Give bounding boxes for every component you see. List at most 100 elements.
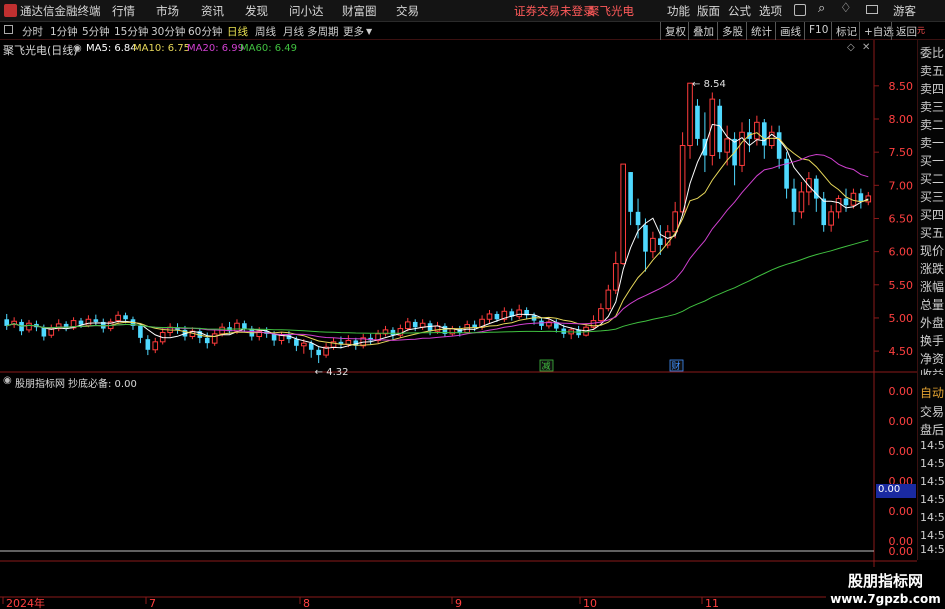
candle — [858, 193, 864, 202]
candle — [762, 122, 767, 146]
watermark-title: 股朋指标网 — [847, 572, 923, 590]
ma20-legend: MA20: 6.99 — [187, 43, 245, 54]
candle — [472, 324, 477, 328]
price-tick-label: 6.50 — [889, 212, 914, 225]
quote-label-sell3: 卖三 — [920, 100, 945, 114]
time-axis-label: 7 — [149, 597, 156, 609]
ma-line-ma10 — [6, 132, 869, 346]
tick-time: 14:56 — [920, 529, 945, 542]
price-tick-label: 4.50 — [889, 345, 914, 358]
candle — [865, 195, 872, 203]
candle — [843, 198, 849, 206]
low-price-annotation: ← 4.32 — [315, 367, 349, 378]
quote-label-volume: 总量 — [920, 298, 945, 312]
candle — [308, 343, 314, 350]
candle — [776, 132, 782, 159]
candle — [724, 138, 730, 153]
candle — [78, 320, 84, 325]
quote-label-buy2: 买二 — [920, 172, 945, 186]
quote-panel: 委比 卖五 卖四 卖三 卖二 卖一 买一 买二 买三 买四 买五 现价 涨跌 涨… — [917, 40, 945, 382]
candle — [427, 323, 433, 332]
time-axis-label: 10 — [583, 597, 597, 609]
quote-label-buy3: 买三 — [920, 190, 945, 204]
time-axis-label: 2024年 — [6, 596, 45, 609]
sub-tick-label: 0.00 — [889, 385, 914, 398]
candle — [709, 98, 716, 156]
panel-auto[interactable]: 自动 — [920, 384, 944, 401]
candle — [486, 313, 493, 320]
panel-jiaoyi[interactable]: 交易 — [920, 403, 944, 420]
current-value-box: 0.00 — [876, 484, 916, 498]
ma5-legend: MA5: 6.84 — [86, 43, 137, 54]
ma10-legend: MA10: 6.75 — [133, 43, 191, 54]
candle — [204, 337, 210, 344]
candle — [828, 211, 834, 226]
event-marker-label: 财 — [671, 360, 680, 372]
candle — [791, 188, 797, 212]
candle — [494, 313, 500, 320]
quote-label-sell4: 卖四 — [920, 82, 945, 96]
price-tick-label: 7.00 — [889, 179, 914, 192]
quote-label-buy5: 买五 — [920, 226, 945, 240]
candle — [561, 328, 567, 334]
price-tick-label: 6.00 — [889, 246, 914, 259]
tick-time: 14:56 — [920, 439, 945, 452]
candle — [605, 289, 612, 310]
candle — [635, 211, 641, 226]
diamond-icon[interactable]: ◇ — [847, 42, 855, 53]
sub-indicator-value: 抄底必备: 0.00 — [68, 379, 137, 390]
candle — [754, 121, 760, 140]
candle — [138, 325, 143, 338]
time-axis-label: 8 — [303, 597, 310, 609]
ma-line-ma60 — [6, 239, 869, 334]
candle — [821, 198, 827, 226]
sub-tick-label: 0.00 — [889, 545, 914, 558]
candle — [26, 322, 32, 331]
candle — [798, 191, 805, 213]
candle — [695, 105, 700, 139]
quote-label-price: 现价 — [920, 244, 945, 258]
time-axis-label: 9 — [455, 597, 462, 609]
candle — [620, 163, 626, 265]
candle — [294, 339, 299, 346]
close-icon[interactable]: ✕ — [862, 42, 870, 53]
candle — [658, 238, 663, 245]
candle — [316, 349, 321, 356]
legend-toggle-icon[interactable]: ◉ — [73, 43, 82, 54]
candle — [643, 225, 648, 252]
tick-time: 14:56 — [920, 475, 945, 488]
candle — [612, 263, 619, 291]
candle — [672, 211, 678, 233]
axis-unit-label: 元 — [917, 26, 925, 35]
candle — [211, 333, 218, 344]
candle — [152, 341, 159, 351]
candle — [93, 319, 99, 322]
tick-time: 14:56 — [920, 457, 945, 470]
panel-panhou[interactable]: 盘后 — [920, 421, 944, 438]
quote-label-turnover: 换手 — [920, 334, 945, 348]
price-tick-label: 5.50 — [889, 279, 914, 292]
sub-legend-icon[interactable]: ◉ — [3, 375, 12, 386]
quote-label-sell5: 卖五 — [920, 64, 945, 78]
quote-label-change-pct: 涨幅 — [920, 280, 945, 294]
quote-label-change: 涨跌 — [920, 262, 945, 276]
candle — [123, 315, 128, 320]
tick-time: 14:56 — [920, 493, 945, 506]
candle — [516, 309, 523, 318]
candle — [687, 82, 693, 147]
quote-label-sell1: 卖一 — [920, 136, 945, 150]
price-tick-label: 8.50 — [889, 80, 914, 93]
event-marker-label: 减 — [541, 360, 550, 372]
quote-label-weibi: 委比 — [920, 46, 945, 60]
sub-chart-title: 股朋指标网 — [15, 379, 65, 390]
candle — [412, 321, 418, 328]
candle — [650, 237, 656, 253]
watermark-url: www.7gpzb.com — [830, 592, 941, 606]
quote-label-sell2: 卖二 — [920, 118, 945, 132]
chart-title: 聚飞光电(日线) — [3, 44, 78, 57]
quote-label-outer: 外盘 — [920, 316, 945, 330]
trade-panel: 自动 交易 盘后 14:56 14:56 14:56 14:56 14:56 1… — [917, 375, 945, 560]
candle — [598, 308, 604, 322]
kline-chart[interactable]: 8.50 8.00 7.50 7.00 6.50 6.00 5.50 5.00 4.50 0.00… — [0, 0, 945, 609]
high-price-annotation: ← 8.54 — [692, 79, 726, 90]
